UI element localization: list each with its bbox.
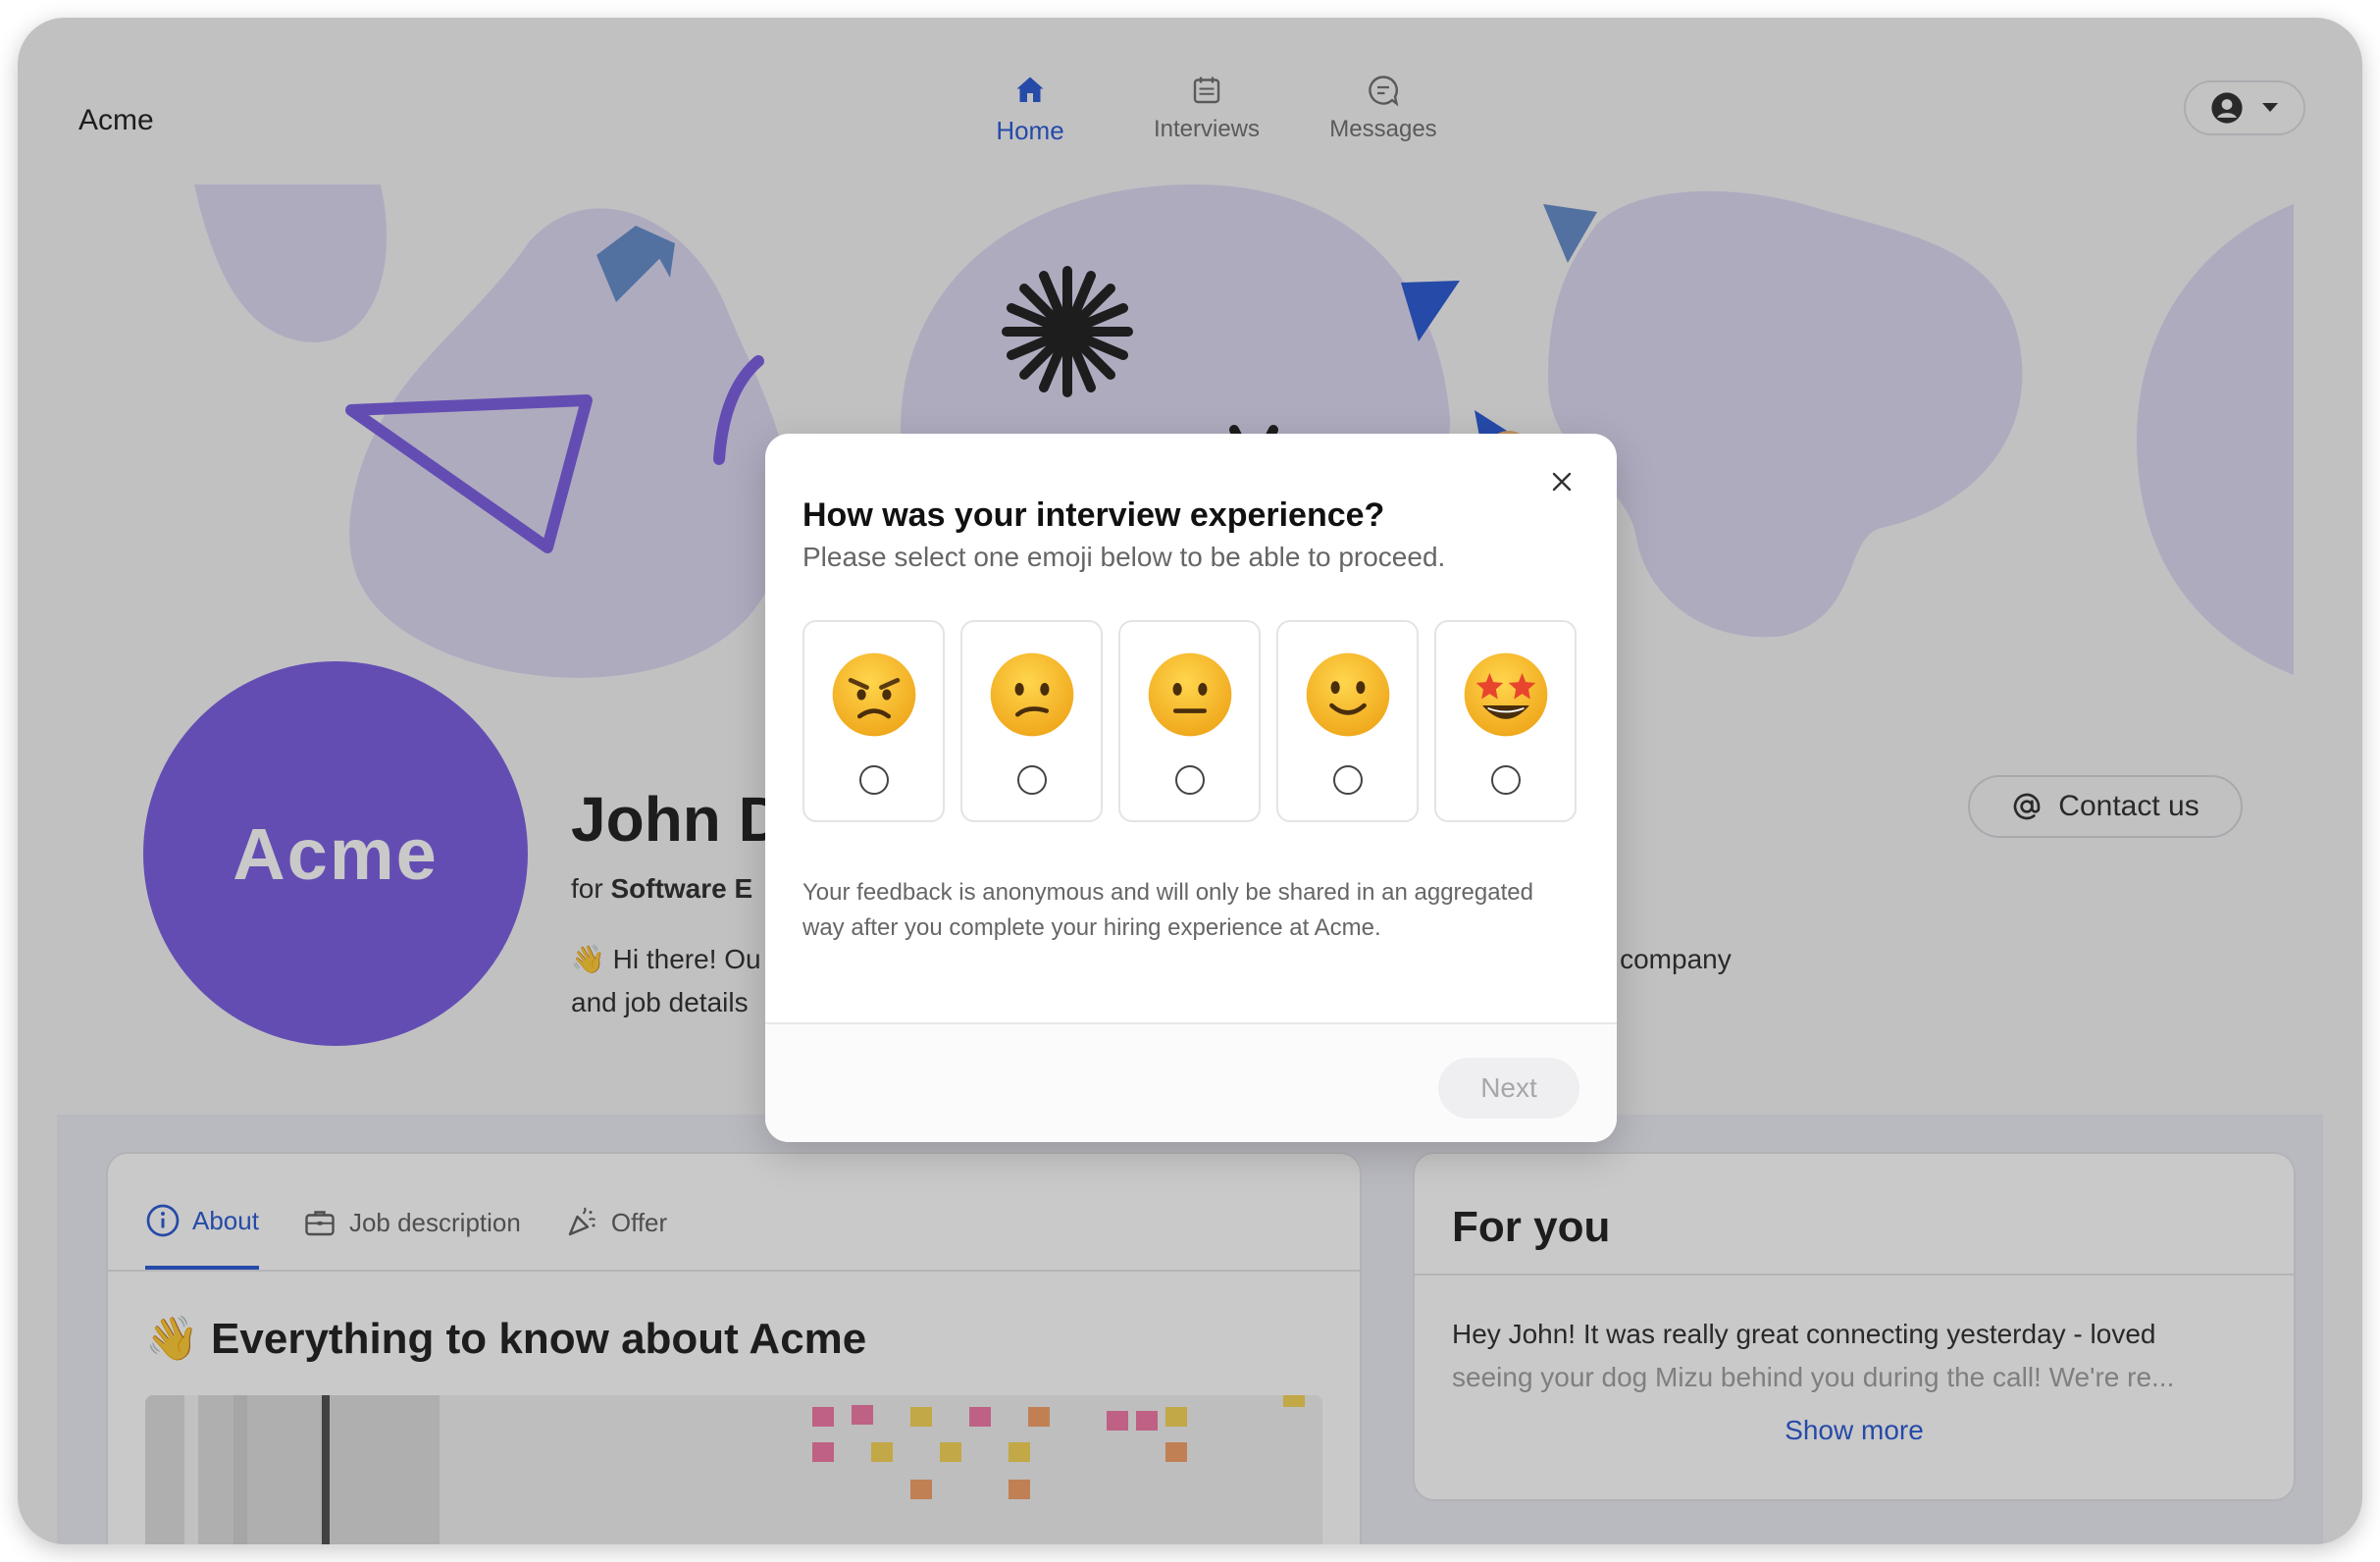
star-struck-face-icon	[1464, 652, 1547, 737]
emoji-option-confused[interactable]	[960, 620, 1103, 822]
feedback-modal: How was your interview experience? Pleas…	[765, 434, 1617, 1142]
emoji-option-neutral[interactable]	[1118, 620, 1261, 822]
modal-title: How was your interview experience?	[802, 496, 1385, 534]
emoji-option-star-struck[interactable]	[1434, 620, 1577, 822]
emoji-radio-neutral[interactable]	[1174, 765, 1205, 795]
modal-subtitle: Please select one emoji below to be able…	[802, 542, 1446, 572]
close-icon	[1552, 472, 1572, 492]
emoji-radio-angry[interactable]	[858, 765, 889, 795]
next-button[interactable]: Next	[1438, 1058, 1579, 1119]
confused-face-icon	[990, 652, 1073, 737]
emoji-radio-smile[interactable]	[1332, 765, 1363, 795]
app-window: Acme Home Interviews Messages Acme John …	[18, 18, 2362, 1544]
emoji-options	[802, 620, 1577, 822]
emoji-option-angry[interactable]	[802, 620, 945, 822]
close-button[interactable]	[1542, 463, 1581, 502]
angry-face-icon	[832, 652, 915, 737]
smiling-face-icon	[1306, 652, 1389, 737]
emoji-radio-star-struck[interactable]	[1490, 765, 1521, 795]
neutral-face-icon	[1148, 652, 1231, 737]
modal-footer: Next	[765, 1024, 1617, 1142]
emoji-option-smile[interactable]	[1276, 620, 1419, 822]
emoji-radio-confused[interactable]	[1016, 765, 1047, 795]
anonymity-note: Your feedback is anonymous and will only…	[802, 879, 1533, 941]
